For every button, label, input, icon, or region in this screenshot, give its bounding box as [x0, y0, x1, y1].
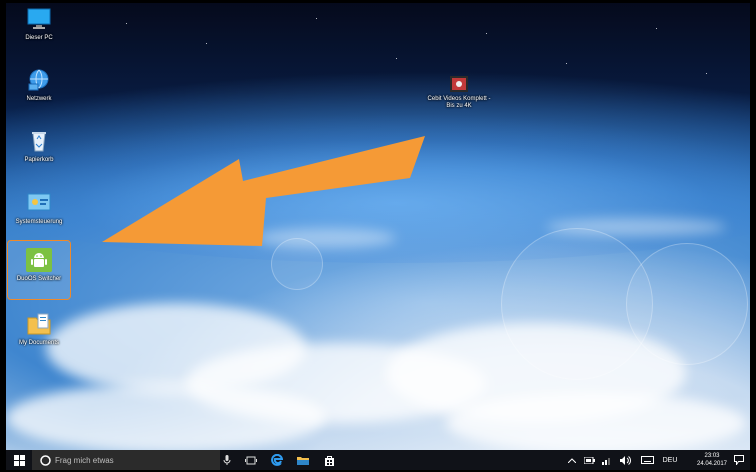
volume-icon[interactable]: [618, 450, 632, 470]
taskbar: Frag mich etwas DEU 23:03 24.04.2017: [6, 450, 750, 470]
clock-date: 24.04.2017: [696, 461, 728, 467]
chevron-up-icon[interactable]: [566, 450, 578, 470]
clock-time: 23:03: [704, 453, 720, 459]
clock[interactable]: 23:03 24.04.2017: [696, 450, 728, 472]
search-placeholder: Frag mich etwas: [55, 455, 114, 465]
microphone-icon[interactable]: [220, 450, 234, 470]
desktop-background: Dieser PC Netzwerk Papierkorb Systemsteu…: [6, 3, 750, 450]
search-box[interactable]: Frag mich etwas: [32, 450, 220, 470]
edge-icon[interactable]: [268, 450, 286, 470]
windows-start-icon[interactable]: [10, 450, 28, 470]
task-view-icon[interactable]: [242, 450, 260, 470]
search-circle-icon: [40, 454, 51, 466]
orange-arrow-annotation: [102, 136, 425, 246]
action-center-icon[interactable]: [730, 450, 748, 470]
network-signal-icon[interactable]: [600, 450, 614, 470]
file-explorer-icon[interactable]: [294, 450, 312, 470]
keyboard-icon[interactable]: [638, 450, 656, 470]
battery-icon[interactable]: [582, 450, 596, 470]
screen-frame: Dieser PC Netzwerk Papierkorb Systemsteu…: [0, 0, 756, 470]
store-icon[interactable]: [320, 450, 338, 470]
language-label: DEU: [662, 456, 678, 464]
language-indicator[interactable]: DEU: [659, 450, 681, 470]
